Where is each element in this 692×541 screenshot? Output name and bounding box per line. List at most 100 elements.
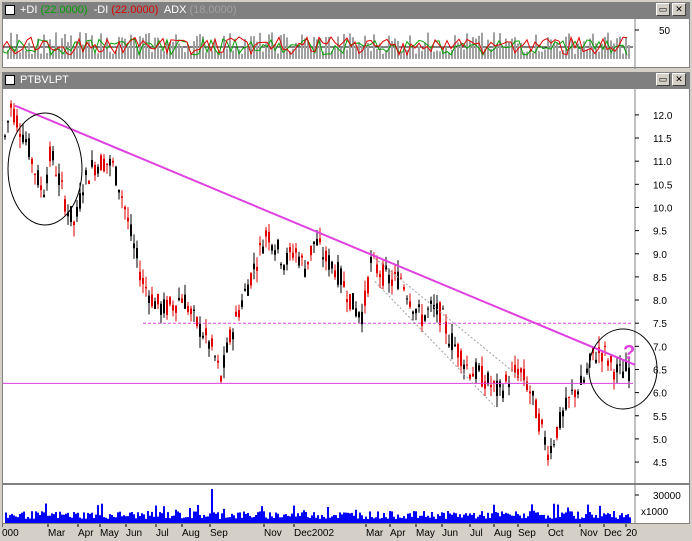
- candle-body: [565, 397, 567, 410]
- volume-bar: [393, 516, 395, 523]
- volume-bar: [43, 512, 45, 523]
- candle-body: [145, 287, 147, 289]
- volume-bar: [125, 516, 127, 523]
- candle-body: [520, 368, 522, 373]
- candle-body: [172, 305, 174, 311]
- volume-bar: [527, 516, 529, 523]
- volume-bar: [151, 511, 153, 523]
- close-button[interactable]: ✕: [672, 73, 686, 86]
- candle-body: [115, 166, 117, 186]
- candle-body: [277, 239, 279, 250]
- candle-body: [553, 444, 555, 446]
- volume-bar: [407, 513, 409, 523]
- candle-body: [259, 242, 261, 246]
- adx-bar: [445, 47, 447, 59]
- candle-body: [13, 108, 15, 123]
- volume-bar: [389, 511, 391, 523]
- volume-bar: [405, 518, 407, 523]
- volume-bar: [535, 512, 537, 523]
- x-tick-label: Jul: [470, 528, 483, 539]
- x-tick-label: Nov: [580, 528, 598, 539]
- close-button[interactable]: ✕: [672, 3, 686, 16]
- volume-bar: [203, 514, 205, 523]
- y-tick-label: 6.5: [653, 365, 667, 376]
- volume-bar: [293, 505, 295, 523]
- x-tick-label: Oct: [548, 528, 564, 539]
- volume-bar: [199, 514, 201, 523]
- candle-body: [226, 342, 228, 353]
- y-tick-label: 7.5: [653, 319, 667, 330]
- candle-body: [460, 350, 462, 367]
- candle-body: [130, 224, 132, 237]
- volume-bar: [129, 512, 131, 523]
- volume-bar: [343, 512, 345, 523]
- panel-menu-icon[interactable]: [5, 75, 15, 85]
- candle-body: [529, 391, 531, 394]
- candle-body: [136, 247, 138, 259]
- candle-body: [229, 329, 231, 343]
- price-panel-titlebar[interactable]: PTBVLPT ▭ ✕: [2, 72, 690, 88]
- adx-bar: [250, 36, 252, 59]
- volume-bar: [613, 511, 615, 523]
- candle-body: [628, 367, 630, 381]
- volume-bar: [217, 512, 219, 523]
- volume-bar: [447, 511, 449, 523]
- volume-bar: [51, 513, 53, 523]
- candle-body: [157, 294, 159, 305]
- volume-bar: [211, 489, 213, 523]
- symbol-label: PTBVLPT: [20, 74, 69, 86]
- indicator-panel-titlebar[interactable]: +DI (22.0000) -DI (22.0000) ADX (18.0000) ▭…: [2, 2, 690, 18]
- candle-body: [94, 165, 96, 176]
- candle-body: [220, 376, 222, 382]
- volume-bar: [539, 515, 541, 523]
- adx-bar: [184, 52, 186, 59]
- volume-bar: [21, 512, 23, 523]
- volume-bar: [593, 517, 595, 523]
- volume-bar: [609, 514, 611, 523]
- volume-bar: [521, 518, 523, 523]
- adx-bar: [598, 51, 600, 59]
- adx-bar: [226, 48, 228, 59]
- volume-bar: [443, 512, 445, 523]
- volume-bar: [233, 515, 235, 523]
- volume-bar: [113, 516, 115, 523]
- minimize-button[interactable]: ▭: [656, 73, 670, 86]
- candle-body: [562, 410, 564, 417]
- candle-body: [64, 199, 66, 212]
- y-tick-label: 4.5: [653, 458, 667, 469]
- volume-bar: [467, 515, 469, 523]
- candle-body: [382, 263, 384, 286]
- volume-bar: [433, 516, 435, 523]
- candle-body: [622, 371, 624, 379]
- volume-bar: [547, 515, 549, 523]
- volume-bar: [221, 513, 223, 523]
- adx-bar: [421, 50, 423, 59]
- candle-body: [421, 314, 423, 326]
- volume-bar: [241, 517, 243, 523]
- minimize-button[interactable]: ▭: [656, 3, 670, 16]
- volume-bar: [561, 512, 563, 523]
- volume-bar: [573, 515, 575, 523]
- volume-bar: [107, 518, 109, 523]
- volume-bar: [145, 518, 147, 523]
- volume-bar: [259, 511, 261, 523]
- volume-bar: [281, 517, 283, 523]
- volume-bar: [71, 517, 73, 523]
- volume-bar: [121, 516, 123, 523]
- candle-body: [514, 364, 516, 374]
- adx-bar: [418, 46, 420, 59]
- volume-bar: [571, 511, 573, 523]
- volume-bar: [355, 509, 357, 523]
- volume-bar: [599, 505, 601, 523]
- volume-bar: [227, 517, 229, 523]
- candle-body: [346, 299, 348, 303]
- volume-bar: [563, 513, 565, 523]
- volume-bar: [549, 517, 551, 523]
- volume-bar: [159, 512, 161, 523]
- adx-bar: [619, 36, 621, 59]
- adx-bar: [70, 35, 72, 59]
- volume-bar: [115, 517, 117, 523]
- panel-menu-icon[interactable]: [5, 5, 15, 15]
- volume-bar: [17, 517, 19, 523]
- candle-body: [103, 158, 105, 172]
